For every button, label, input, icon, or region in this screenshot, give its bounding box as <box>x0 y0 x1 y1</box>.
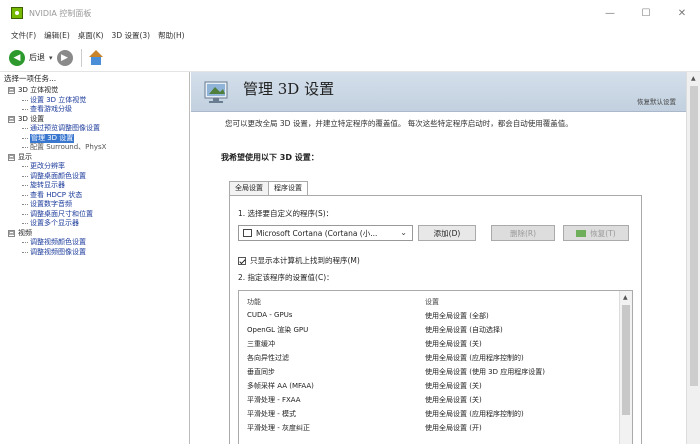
collapse-icon[interactable]: ⊟ <box>8 229 15 237</box>
table-row[interactable]: 平滑处理 - 灰度纠正 使用全局设置 (开) <box>239 421 617 434</box>
window-title: NVIDIA 控制面板 <box>29 8 92 18</box>
program-select[interactable]: Microsoft Cortana (Cortana (小... ⌄ <box>238 225 413 241</box>
table-row[interactable]: 平滑处理 - FXAA 使用全局设置 (关) <box>239 393 617 406</box>
table-row[interactable]: CUDA - GPUs 使用全局设置 (全部) <box>239 309 617 322</box>
checkbox-label: 只显示本计算机上找到的程序(M) <box>250 256 360 265</box>
tree-item-desktop-color[interactable]: 调整桌面颜色设置 <box>8 172 189 182</box>
tree-item-digital-audio[interactable]: 设置数字音频 <box>8 200 189 210</box>
tree-item-change-resolution[interactable]: 更改分辨率 <box>8 162 189 172</box>
page-scroll-thumb[interactable] <box>690 86 698 386</box>
table-row[interactable]: 各向异性过滤 使用全局设置 (应用程序控制的) <box>239 351 617 364</box>
nvidia-logo-icon <box>11 7 23 19</box>
page-banner: 管理 3D 设置 恢复默认设置 <box>191 72 686 112</box>
tree-item-manage-3d-settings[interactable]: 管理 3D 设置 <box>8 133 189 143</box>
collapse-icon[interactable]: ⊟ <box>8 87 15 95</box>
show-found-programs-checkbox[interactable] <box>238 256 246 265</box>
home-icon[interactable] <box>88 49 104 66</box>
tree-item-desktop-size[interactable]: 调整桌面尺寸和位置 <box>8 210 189 220</box>
menu-help[interactable]: 帮助(H) <box>158 30 185 41</box>
collapse-icon[interactable]: ⊟ <box>8 115 15 123</box>
table-row[interactable]: 三重缓冲 使用全局设置 (关) <box>239 337 617 350</box>
tree-item-set-stereo[interactable]: 设置 3D 立体视觉 <box>8 96 189 106</box>
tree-group-label: 视频 <box>18 228 32 237</box>
tree-group-display[interactable]: ⊟ 显示 <box>8 153 189 163</box>
menu-desktop[interactable]: 桌面(K) <box>78 30 104 41</box>
tree-item-rotate-display[interactable]: 旋转显示器 <box>8 181 189 191</box>
task-tree: ⊟ 3D 立体视觉 设置 3D 立体视觉 查看游戏分级 ⊟ 3D 设置 通过预览… <box>0 86 189 257</box>
table-row[interactable]: 多帧采样 AA (MFAA) 使用全局设置 (关) <box>239 379 617 392</box>
page-description: 您可以更改全局 3D 设置，并建立特定程序的覆盖值。 每次这些特定程序启动时，都… <box>225 119 573 128</box>
back-button-label[interactable]: 后退 <box>29 52 45 63</box>
menu-file[interactable]: 文件(F) <box>11 30 36 41</box>
settings-tabs: 全局设置 程序设置 <box>229 181 308 196</box>
maximize-button[interactable]: ☐ <box>628 0 664 26</box>
back-arrow-icon[interactable]: ◀ <box>9 49 25 66</box>
settings-table: 功能 设置 CUDA - GPUs 使用全局设置 (全部) OpenGL 渲染 G… <box>238 290 633 444</box>
back-history-dropdown[interactable]: ▾ <box>49 54 53 62</box>
toolbar: ◀ 后退 ▾ ▶ <box>0 44 700 72</box>
main-panel: 管理 3D 设置 恢复默认设置 您可以更改全局 3D 设置，并建立特定程序的覆盖… <box>191 72 700 444</box>
window-icon <box>243 229 252 237</box>
table-row[interactable]: OpenGL 渲染 GPU 使用全局设置 (自动选择) <box>239 323 617 336</box>
scroll-up-icon[interactable]: ▲ <box>623 294 628 301</box>
nvidia-restore-icon <box>576 229 587 237</box>
page-title: 管理 3D 设置 <box>243 80 335 98</box>
tree-group-3d-settings[interactable]: ⊟ 3D 设置 <box>8 115 189 125</box>
scroll-up-icon[interactable]: ▲ <box>691 75 696 82</box>
tree-group-stereo[interactable]: ⊟ 3D 立体视觉 <box>8 86 189 96</box>
menu-edit[interactable]: 编辑(E) <box>44 30 70 41</box>
tab-program-settings[interactable]: 程序设置 <box>268 181 308 196</box>
step1-label: 1. 选择要自定义的程序(S)： <box>238 209 334 218</box>
task-sidebar: 选择一项任务... ⊟ 3D 立体视觉 设置 3D 立体视觉 查看游戏分级 ⊟ … <box>0 72 190 444</box>
sidebar-header: 选择一项任务... <box>4 74 57 83</box>
toolbar-divider <box>80 48 82 67</box>
tree-item-multiple-displays[interactable]: 设置多个显示器 <box>8 219 189 229</box>
section-label: 我希望使用以下 3D 设置： <box>221 153 319 162</box>
menu-bar: 文件(F) 编辑(E) 桌面(K) 3D 设置(3) 帮助(H) <box>0 26 700 44</box>
close-button[interactable]: ✕ <box>664 0 700 26</box>
table-scrollbar[interactable]: ▲ <box>619 291 632 444</box>
window-controls: — ☐ ✕ <box>592 0 700 26</box>
tree-item-surround-physx[interactable]: 配置 Surround、PhysX <box>8 143 189 153</box>
tree-group-label: 3D 设置 <box>18 114 45 123</box>
title-bar: NVIDIA 控制面板 — ☐ ✕ <box>0 0 700 26</box>
program-select-value: Microsoft Cortana (Cortana (小... <box>256 228 378 238</box>
tree-group-label: 3D 立体视觉 <box>18 86 59 94</box>
table-scroll-thumb[interactable] <box>622 305 630 415</box>
delete-program-button[interactable]: 删除(R) <box>491 225 555 241</box>
table-row[interactable]: 平滑处理 - 模式 使用全局设置 (应用程序控制的) <box>239 407 617 420</box>
tree-item-preview-image-settings[interactable]: 通过预览调整图像设置 <box>8 124 189 134</box>
page-scrollbar[interactable]: ▲ <box>686 72 700 444</box>
column-header-feature: 功能 <box>247 298 261 306</box>
program-settings-panel: 1. 选择要自定义的程序(S)： Microsoft Cortana (Cort… <box>229 195 642 444</box>
tree-item-video-image[interactable]: 调整视频图像设置 <box>8 248 189 258</box>
tree-group-video[interactable]: ⊟ 视频 <box>8 229 189 239</box>
column-header-setting: 设置 <box>425 298 439 306</box>
tab-global-settings[interactable]: 全局设置 <box>229 181 269 195</box>
tree-item-game-ratings[interactable]: 查看游戏分级 <box>8 105 189 115</box>
3d-settings-icon <box>204 81 228 103</box>
forward-arrow-icon[interactable]: ▶ <box>56 49 73 66</box>
step2-label: 2. 指定该程序的设置值(C)： <box>238 273 334 282</box>
restore-defaults-link[interactable]: 恢复默认设置 <box>637 96 676 106</box>
show-found-programs-row[interactable]: 只显示本计算机上找到的程序(M) <box>238 255 360 266</box>
tree-item-video-color[interactable]: 调整视频颜色设置 <box>8 238 189 248</box>
chevron-down-icon[interactable]: ⌄ <box>400 228 407 237</box>
menu-3d-settings[interactable]: 3D 设置(3) <box>112 30 151 41</box>
minimize-button[interactable]: — <box>592 0 628 26</box>
tree-group-label: 显示 <box>18 152 32 161</box>
collapse-icon[interactable]: ⊟ <box>8 153 15 161</box>
table-row[interactable]: 垂直同步 使用全局设置 (使用 3D 应用程序设置) <box>239 365 617 378</box>
add-program-button[interactable]: 添加(D) <box>418 225 476 241</box>
tree-item-hdcp-status[interactable]: 查看 HDCP 状态 <box>8 191 189 201</box>
restore-program-button[interactable]: 恢复(T) <box>563 225 629 241</box>
restore-button-label: 恢复(T) <box>590 228 616 238</box>
